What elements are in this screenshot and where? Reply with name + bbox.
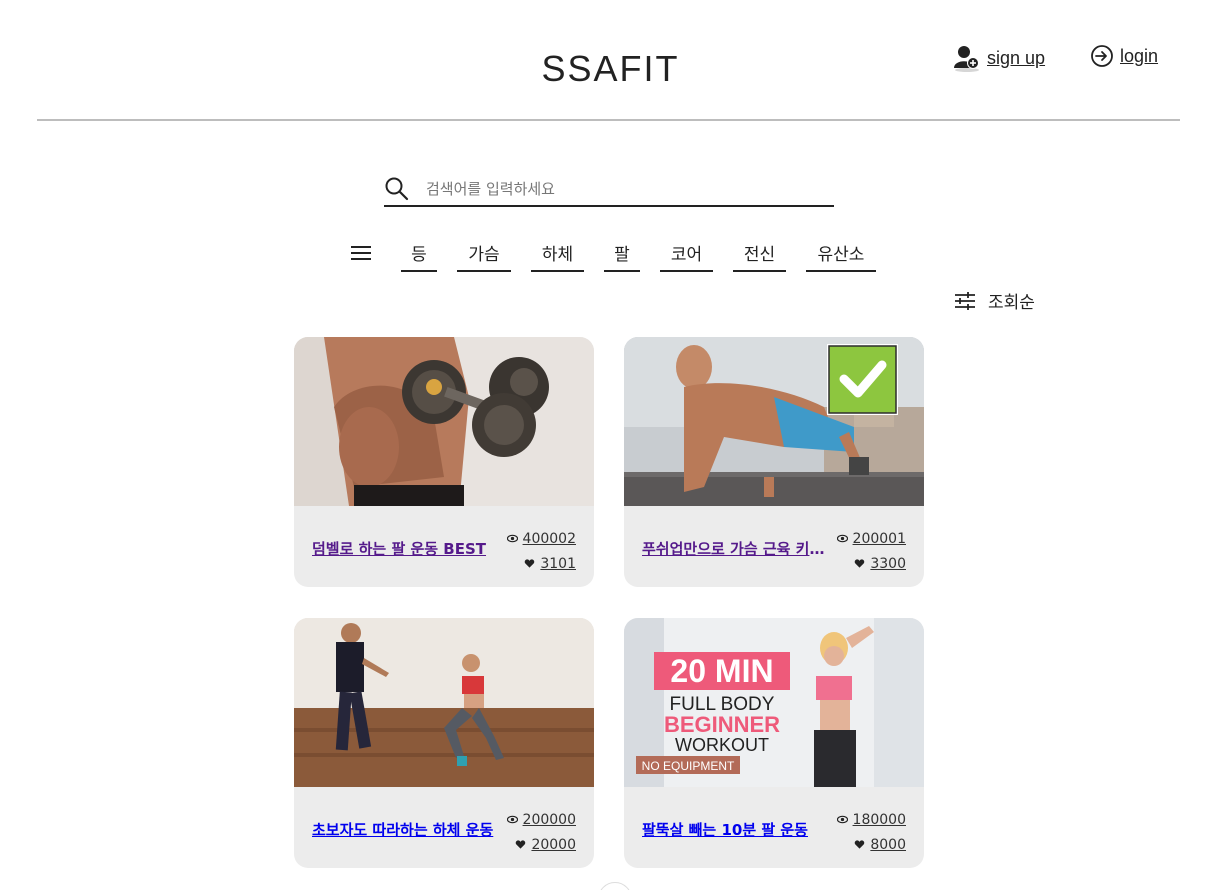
sort-control[interactable]: 조회순 <box>954 288 1035 313</box>
lunge-workout-image <box>294 618 594 787</box>
signup-link[interactable]: sign up <box>953 44 1045 72</box>
video-stats: 180000 8000 <box>836 807 906 857</box>
video-card[interactable]: 푸쉬업만으로 가슴 근육 키우기 200001 3300 <box>624 337 924 587</box>
category-tab-full-body[interactable]: 전신 <box>733 240 786 272</box>
video-title-link[interactable]: 초보자도 따라하는 하체 운동 <box>312 819 497 840</box>
heart-icon <box>516 840 526 849</box>
menu-icon[interactable] <box>351 245 371 261</box>
login-icon <box>1091 45 1113 67</box>
video-card[interactable]: 20 MIN FULL BODY BEGINNER WORKOUT NO EQU… <box>624 618 924 868</box>
like-count: 3300 <box>837 551 906 576</box>
heart-icon <box>855 559 865 568</box>
header-divider <box>37 119 1180 121</box>
view-count-value[interactable]: 200000 <box>523 812 576 828</box>
category-tab-lower-body[interactable]: 하체 <box>531 240 584 272</box>
video-stats: 400002 3101 <box>506 526 576 576</box>
search-icon[interactable] <box>384 176 410 202</box>
category-tab-core[interactable]: 코어 <box>660 240 713 272</box>
like-count: 3101 <box>507 551 576 576</box>
video-thumbnail[interactable] <box>624 337 924 506</box>
heart-icon <box>855 840 865 849</box>
video-thumbnail[interactable] <box>294 618 594 787</box>
eye-icon <box>506 534 518 543</box>
category-tab-chest[interactable]: 가슴 <box>457 240 511 272</box>
category-tab-cardio[interactable]: 유산소 <box>806 240 876 272</box>
video-stats: 200001 3300 <box>836 526 906 576</box>
video-card[interactable]: 덤벨로 하는 팔 운동 BEST 400002 3101 <box>294 337 594 587</box>
view-count: 200000 <box>506 807 576 832</box>
category-tab-back[interactable]: 등 <box>401 240 437 272</box>
like-count-value[interactable]: 8000 <box>870 837 906 853</box>
view-count-value[interactable]: 180000 <box>853 812 906 828</box>
site-header: SSAFIT sign up login <box>0 0 1221 121</box>
eye-icon <box>506 815 518 824</box>
view-count: 400002 <box>506 526 576 551</box>
eye-icon <box>836 534 848 543</box>
filter-sliders-icon <box>955 291 975 310</box>
thumb-text-line3: BEGINNER <box>664 712 780 737</box>
video-title-link[interactable]: 푸쉬업만으로 가슴 근육 키우기 <box>642 538 827 559</box>
video-thumbnail[interactable] <box>294 337 594 506</box>
view-count: 200001 <box>836 526 906 551</box>
thumb-text-line4: WORKOUT <box>675 735 769 755</box>
search-bar <box>384 172 834 207</box>
like-count-value[interactable]: 20000 <box>531 837 576 853</box>
category-tab-arm[interactable]: 팔 <box>604 240 640 272</box>
eye-icon <box>836 815 848 824</box>
full-body-workout-image: 20 MIN FULL BODY BEGINNER WORKOUT NO EQU… <box>624 618 924 787</box>
video-title-link[interactable]: 덤벨로 하는 팔 운동 BEST <box>312 538 497 559</box>
heart-icon <box>525 559 535 568</box>
search-input[interactable] <box>426 179 806 198</box>
view-count: 180000 <box>836 807 906 832</box>
sort-label[interactable]: 조회순 <box>988 288 1035 313</box>
thumb-text-tag: NO EQUIPMENT <box>642 759 735 773</box>
scroll-top-button[interactable] <box>598 882 632 890</box>
video-title-link[interactable]: 팔뚝살 빼는 10분 팔 운동 <box>642 819 827 840</box>
add-user-icon <box>954 46 979 72</box>
like-count-value[interactable]: 3101 <box>540 556 576 572</box>
like-count: 20000 <box>507 832 576 857</box>
like-count-value[interactable]: 3300 <box>870 556 906 572</box>
thumb-text-line1: 20 MIN <box>670 653 773 689</box>
pushup-workout-image <box>624 337 924 506</box>
video-stats: 200000 20000 <box>506 807 576 857</box>
dumbbell-workout-image <box>294 337 594 506</box>
video-thumbnail[interactable]: 20 MIN FULL BODY BEGINNER WORKOUT NO EQU… <box>624 618 924 787</box>
like-count: 8000 <box>837 832 906 857</box>
signup-label[interactable]: sign up <box>987 48 1045 69</box>
video-card[interactable]: 초보자도 따라하는 하체 운동 200000 20000 <box>294 618 594 868</box>
view-count-value[interactable]: 200001 <box>853 531 906 547</box>
login-label[interactable]: login <box>1120 46 1158 67</box>
view-count-value[interactable]: 400002 <box>523 531 576 547</box>
login-link[interactable]: login <box>1090 44 1158 68</box>
